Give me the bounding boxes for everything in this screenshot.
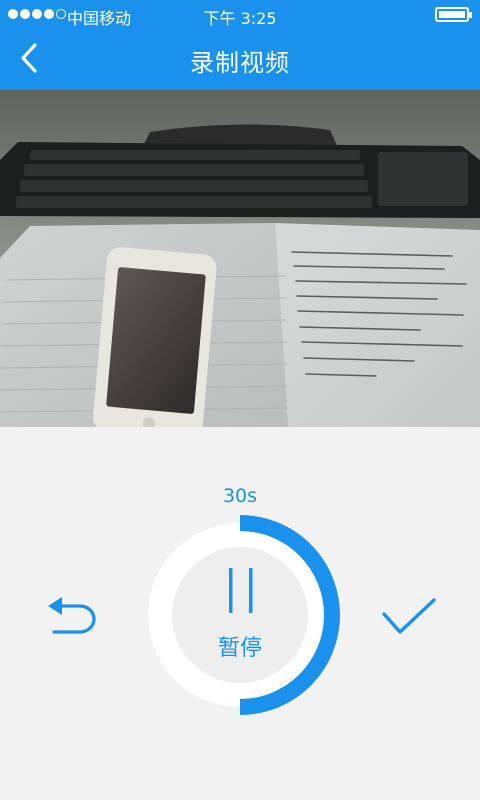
pause-label: 暂停 <box>217 636 262 661</box>
battery-icon <box>435 7 472 22</box>
confirm-button[interactable] <box>380 594 438 638</box>
check-icon <box>382 598 436 634</box>
pause-icon <box>229 568 253 613</box>
status-time: 下午 3:25 <box>203 9 277 28</box>
page-title: 录制视频 <box>190 49 290 77</box>
undo-icon <box>48 597 96 634</box>
remaining-time: 30s <box>222 485 258 507</box>
camera-preview <box>0 90 480 427</box>
camera-feed-image <box>0 90 480 427</box>
status-bar: 中国移动 下午 3:25 <box>0 0 480 28</box>
undo-button[interactable] <box>44 592 104 640</box>
app-header: 中国移动 下午 3:25 录制视频 <box>0 0 480 90</box>
